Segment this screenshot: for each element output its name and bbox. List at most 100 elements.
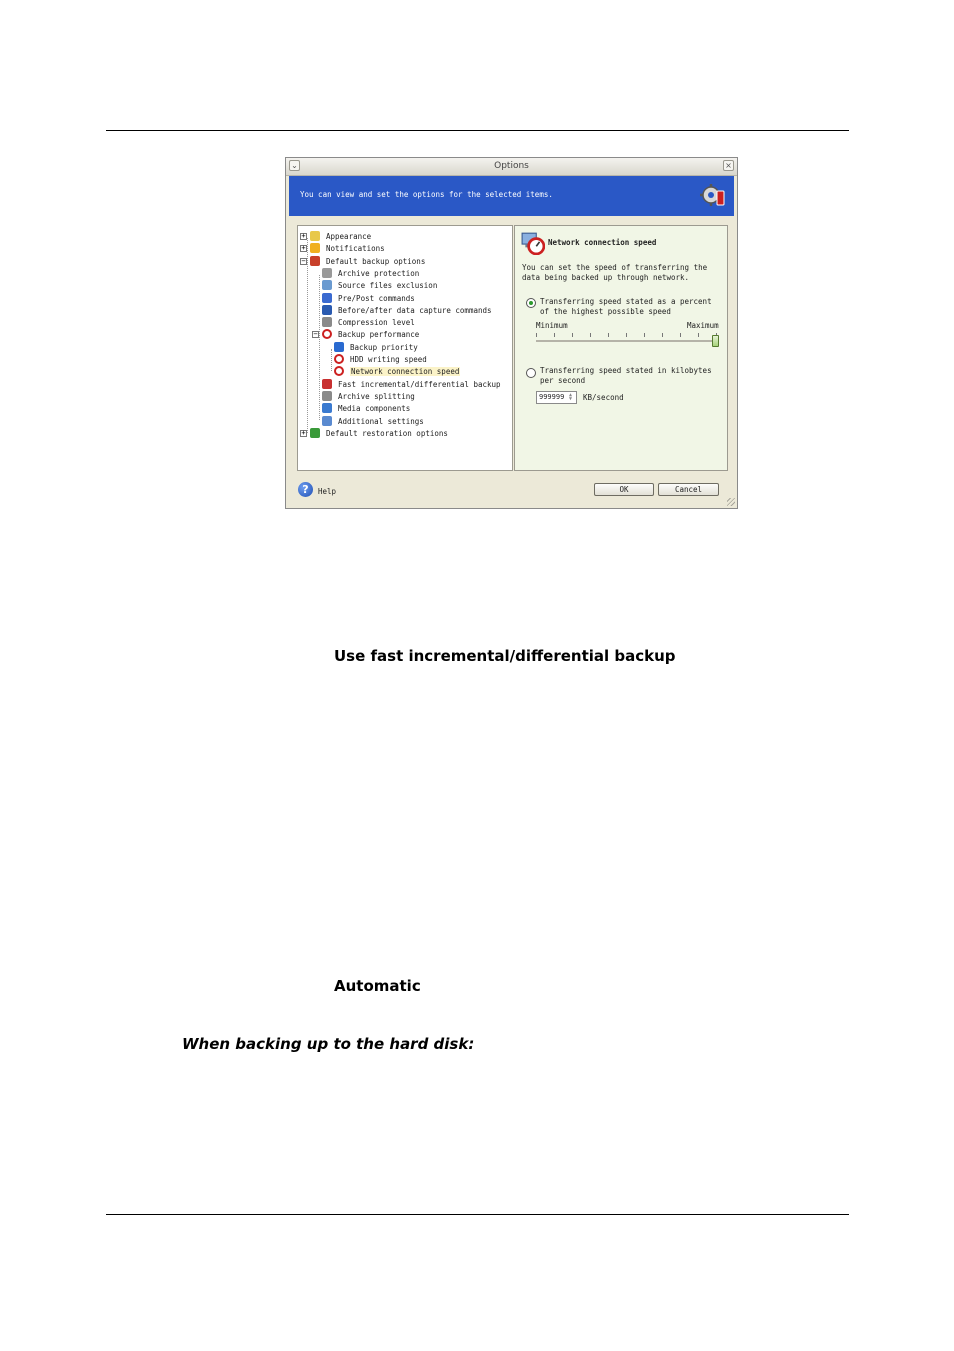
percent-radio[interactable] <box>526 298 536 308</box>
kbps-option-label: Transferring speed stated in kilobytes p… <box>540 366 712 385</box>
tree-item-label: Additional settings <box>338 416 424 426</box>
speed-value: 999999 <box>539 393 565 401</box>
slider-tick <box>626 333 627 337</box>
slider-tick <box>662 333 663 337</box>
settings-title: Network connection speed <box>548 238 657 247</box>
tree-item-label: Network connection speed <box>350 367 461 377</box>
backup-options-icon <box>310 255 320 266</box>
tree-item-source-files-exclusion[interactable]: Source files exclusion <box>298 279 512 291</box>
settings-icon <box>322 415 332 426</box>
tree-item-label: Pre/Post commands <box>338 293 415 303</box>
tree-item-label: Media components <box>338 404 411 414</box>
percent-option-label: Transferring speed stated as a percent o… <box>540 297 712 316</box>
compression-icon <box>322 317 332 328</box>
resize-grip-icon[interactable] <box>727 498 735 506</box>
speed-icon <box>334 354 344 364</box>
slider-tick <box>590 333 591 337</box>
console-icon <box>322 304 332 315</box>
heading-automatic: Automatic <box>334 977 421 995</box>
expand-icon[interactable]: + <box>300 245 307 253</box>
tree-item-label: Appearance <box>326 232 372 241</box>
dialog-title: Options <box>494 161 529 171</box>
slider-tick <box>554 333 555 337</box>
tree-item-media-components[interactable]: Media components <box>298 402 512 414</box>
options-tree: + Appearance + Notifications − Default backup… <box>297 225 513 471</box>
speed-slider-track[interactable] <box>536 340 716 342</box>
tree-item-label: Backup priority <box>350 342 418 352</box>
slider-tick <box>680 333 681 337</box>
notifications-icon <box>310 243 320 254</box>
speed-slider-thumb[interactable] <box>712 335 719 347</box>
expand-icon[interactable]: + <box>300 233 307 240</box>
tree-item-label: Backup performance <box>338 330 420 340</box>
cancel-button[interactable]: Cancel <box>658 483 719 496</box>
tree-item-label: Notifications <box>326 244 385 254</box>
close-button[interactable]: × <box>723 160 734 171</box>
tree-item-compression-level[interactable]: Compression level <box>298 316 512 328</box>
tree-item-label: Fast incremental/differential backup <box>338 379 501 389</box>
splitting-icon <box>322 390 332 401</box>
tree-item-label: Default restoration options <box>326 428 448 438</box>
tree-item-label: Source files exclusion <box>338 281 438 291</box>
slider-tick <box>698 333 699 337</box>
window-icon <box>322 292 332 303</box>
tree-item-backup-performance[interactable]: − Backup performance <box>298 328 512 340</box>
bottom-rule <box>106 1214 849 1215</box>
settings-description: You can set the speed of transferring th… <box>522 263 708 282</box>
tree-item-archive-protection[interactable]: Archive protection <box>298 267 512 279</box>
tree-item-additional-settings[interactable]: Additional settings <box>298 415 512 427</box>
tree-item-default-restoration-options[interactable]: + Default restoration options <box>298 427 512 439</box>
media-icon <box>322 403 332 414</box>
appearance-icon <box>310 231 320 241</box>
collapse-icon[interactable]: − <box>300 257 307 265</box>
tree-item-backup-priority[interactable]: Backup priority <box>298 341 512 353</box>
subheading-hard-disk: When backing up to the hard disk: <box>182 1035 475 1053</box>
top-rule <box>106 130 849 131</box>
tree-item-label: HDD writing speed <box>350 355 427 364</box>
ok-button[interactable]: OK <box>594 483 654 496</box>
tree-item-label: Archive protection <box>338 268 420 278</box>
restore-options-icon <box>310 427 320 438</box>
filter-icon <box>322 280 332 291</box>
slider-tick <box>536 333 537 337</box>
kbps-radio[interactable] <box>526 368 536 378</box>
priority-icon <box>334 341 344 352</box>
slider-tick <box>608 333 609 337</box>
tree-item-data-capture-commands[interactable]: Before/after data capture commands <box>298 304 512 316</box>
help-icon[interactable]: ? <box>298 482 313 497</box>
tree-item-notifications[interactable]: + Notifications <box>298 242 512 254</box>
slider-tick <box>644 333 645 337</box>
title-bar: ⌄ Options × <box>286 158 737 176</box>
tree-item-hdd-writing-speed[interactable]: HDD writing speed <box>298 353 512 365</box>
tree-item-default-backup-options[interactable]: − Default backup options <box>298 255 512 267</box>
tree-item-label: Archive splitting <box>338 391 415 401</box>
tree-item-archive-splitting[interactable]: Archive splitting <box>298 390 512 402</box>
slider-min-label: Minimum <box>536 321 568 330</box>
tree-item-pre-post-commands[interactable]: Pre/Post commands <box>298 292 512 304</box>
network-speed-icon <box>521 232 545 255</box>
fast-backup-icon <box>322 378 332 389</box>
speed-unit-label: KB/second <box>583 393 624 402</box>
lock-icon <box>322 267 332 278</box>
network-speed-icon <box>334 366 344 377</box>
tree-item-appearance[interactable]: + Appearance <box>298 230 512 242</box>
tree-item-fast-incremental-backup[interactable]: Fast incremental/differential backup <box>298 378 512 390</box>
options-dialog: ⌄ Options × You can view and set the opt… <box>285 157 738 509</box>
heading-fast-backup: Use fast incremental/differential backup <box>334 647 676 665</box>
slider-max-label: Maximum <box>687 321 719 330</box>
expand-icon[interactable]: + <box>300 429 307 437</box>
collapse-icon[interactable]: − <box>312 331 319 339</box>
help-button-label[interactable]: Help <box>318 487 336 496</box>
performance-icon <box>322 329 332 340</box>
settings-panel: Network connection speed You can set the… <box>514 225 728 471</box>
tree-item-label: Default backup options <box>326 256 426 266</box>
info-banner: You can view and set the options for the… <box>289 176 734 216</box>
tree-item-label: Before/after data capture commands <box>338 305 492 315</box>
spin-arrows-icon[interactable]: ▲ ▼ <box>569 393 575 402</box>
slider-tick <box>572 333 573 337</box>
options-gear-icon <box>700 184 725 206</box>
banner-text: You can view and set the options for the… <box>300 190 553 199</box>
tree-item-label: Compression level <box>338 318 415 328</box>
speed-value-input[interactable]: 999999 ▲ ▼ <box>536 391 577 404</box>
tree-item-network-connection-speed[interactable]: Network connection speed <box>298 365 512 377</box>
